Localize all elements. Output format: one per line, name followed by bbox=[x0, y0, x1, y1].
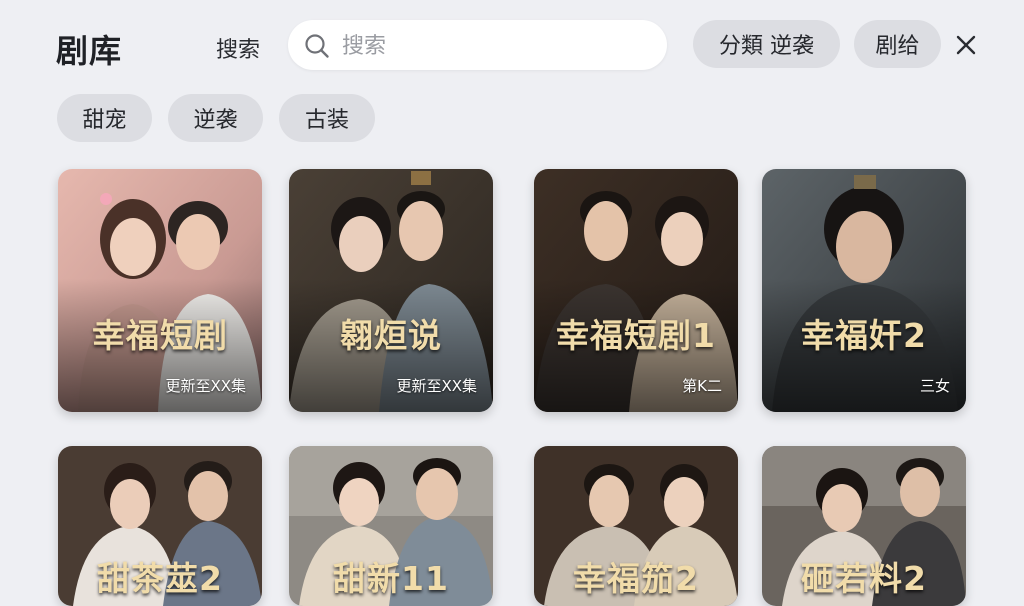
drama-card[interactable]: 幸福短剧 更新至XX集 bbox=[58, 169, 262, 412]
filter-drama-label: 剧给 bbox=[875, 34, 920, 59]
drama-title: 幸福奸2 bbox=[801, 316, 927, 355]
drama-episodes: 更新至XX集 bbox=[396, 377, 477, 395]
drama-card[interactable]: 砸若料2 bbox=[762, 446, 966, 606]
drama-card[interactable]: 幸福笳2 bbox=[534, 446, 738, 606]
drama-card[interactable]: 翱烜说 更新至XX集 bbox=[289, 169, 493, 412]
tag-label: 古装 bbox=[304, 108, 349, 133]
search-icon bbox=[305, 34, 329, 58]
filter-category-label: 分類 逆袭 bbox=[719, 34, 814, 59]
drama-card[interactable]: 幸福奸2 三女 bbox=[762, 169, 966, 412]
tag-revenge[interactable]: 逆袭 bbox=[168, 94, 263, 142]
tag-sweet[interactable]: 甜宠 bbox=[57, 94, 152, 142]
drama-title: 幸福短剧1 bbox=[556, 316, 716, 355]
filter-category-button[interactable]: 分類 逆袭 bbox=[693, 20, 840, 68]
search-label[interactable]: 搜索 bbox=[216, 32, 260, 64]
drama-card[interactable]: 甜茶莁2 bbox=[58, 446, 262, 606]
tag-costume[interactable]: 古装 bbox=[279, 94, 375, 142]
drama-title: 翱烜说 bbox=[340, 316, 442, 355]
tag-label: 逆袭 bbox=[193, 108, 238, 133]
drama-title: 幸福笳2 bbox=[573, 559, 699, 598]
filter-drama-button[interactable]: 剧给 bbox=[854, 20, 941, 68]
drama-card[interactable]: 幸福短剧1 第K二 bbox=[534, 169, 738, 412]
search-bar[interactable] bbox=[288, 20, 667, 70]
drama-card[interactable]: 甜新11 bbox=[289, 446, 493, 606]
drama-episodes: 三女 bbox=[919, 377, 950, 395]
tag-label: 甜宠 bbox=[82, 108, 127, 133]
drama-title: 甜新11 bbox=[333, 559, 449, 598]
drama-episodes: 第K二 bbox=[682, 377, 722, 395]
search-input[interactable] bbox=[340, 28, 644, 64]
drama-title: 砸若料2 bbox=[801, 559, 927, 598]
drama-title: 甜茶莁2 bbox=[97, 559, 223, 598]
drama-title: 幸福短剧 bbox=[92, 316, 228, 355]
drama-episodes: 更新至XX集 bbox=[165, 377, 246, 395]
close-icon[interactable] bbox=[952, 31, 980, 59]
page-title: 剧库 bbox=[56, 32, 123, 70]
